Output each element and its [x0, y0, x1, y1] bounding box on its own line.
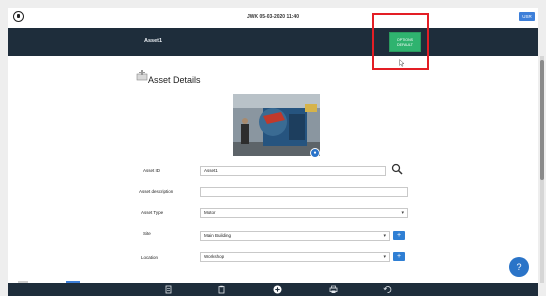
camera-icon[interactable]: ●	[310, 148, 320, 158]
search-icon[interactable]	[391, 163, 403, 175]
chevron-down-icon: ▾	[383, 254, 386, 260]
asset-id-field[interactable]: Asset1	[200, 166, 386, 176]
page-header: Asset1 OPTIONS DEFAULT	[8, 28, 538, 56]
scrollbar-thumb[interactable]	[540, 60, 544, 180]
asset-type-label: Asset Type	[141, 210, 164, 215]
section-title: Asset Details	[148, 75, 201, 85]
asset-description-label: Asset description	[139, 189, 174, 194]
asset-section-icon	[136, 70, 148, 81]
bottom-toolbar	[8, 283, 538, 296]
mouse-cursor-icon	[399, 59, 405, 67]
site-select[interactable]: Main Building ▾	[200, 231, 390, 241]
chevron-down-icon: ▾	[401, 210, 404, 216]
site-value: Main Building	[204, 233, 232, 238]
location-select[interactable]: Workshop ▾	[200, 252, 390, 262]
asset-description-field[interactable]	[200, 187, 408, 197]
datetime-label: JWK 05-03-2020 11:40	[247, 14, 299, 20]
location-label: Location	[141, 255, 159, 260]
asset-type-select[interactable]: Motor ▾	[200, 208, 408, 218]
clipboard-icon[interactable]	[217, 285, 226, 294]
site-label: Site	[143, 231, 151, 236]
add-site-button[interactable]: +	[393, 231, 405, 240]
add-location-button[interactable]: +	[393, 252, 405, 261]
page-title: Asset1	[144, 38, 163, 44]
location-value: Workshop	[204, 254, 225, 259]
document-icon[interactable]	[164, 285, 173, 294]
help-button[interactable]: ?	[509, 257, 529, 277]
user-button[interactable]: USR	[519, 12, 535, 21]
asset-photo	[233, 94, 320, 156]
asset-id-label: Asset ID	[143, 168, 161, 173]
undo-icon[interactable]	[383, 285, 392, 294]
chevron-down-icon: ▾	[383, 233, 386, 239]
plus-circle-icon[interactable]	[273, 285, 282, 294]
asset-type-value: Motor	[204, 210, 216, 215]
status-bar: JWK 05-03-2020 11:40 USR	[8, 8, 538, 28]
print-icon[interactable]	[329, 285, 338, 294]
